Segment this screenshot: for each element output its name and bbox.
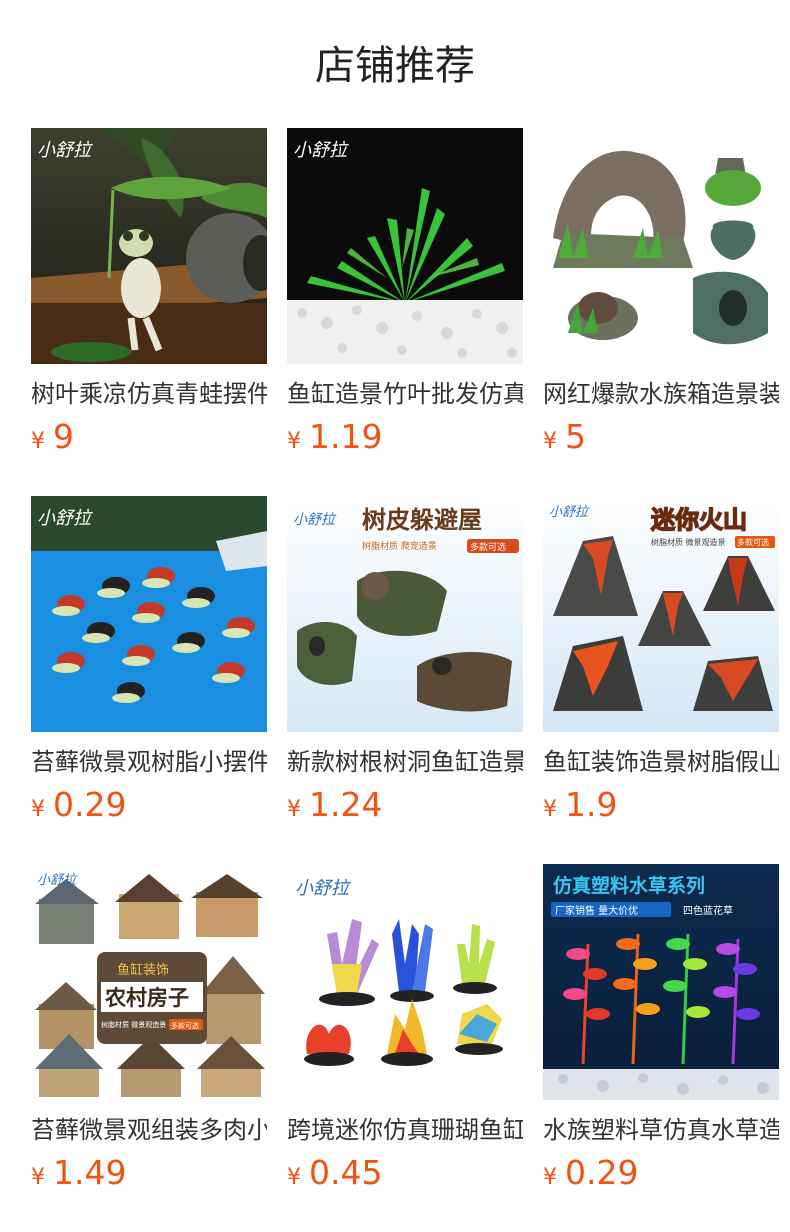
- price-value: 1.49: [53, 1153, 127, 1192]
- image-banner: 仿真塑料水草系列: [553, 874, 705, 897]
- product-price: ¥0.29: [31, 785, 267, 825]
- brand-logo: 小舒拉: [37, 508, 93, 529]
- product-card[interactable]: 小舒拉 树叶乘凉仿真青蛙摆件 ¥9: [31, 128, 267, 496]
- product-card[interactable]: 迷你火山 树脂材质 微景观造景 多款可选 小舒拉 鱼缸装饰造景树脂假山 ¥ 1.…: [543, 496, 779, 864]
- image-tag: 四色蓝花草: [683, 904, 733, 917]
- brand-logo: 小舒拉: [37, 140, 93, 161]
- product-image[interactable]: 小舒拉: [287, 128, 523, 364]
- currency-symbol: ¥: [31, 429, 45, 454]
- product-price: ¥1.24: [287, 785, 523, 825]
- image-tag: 多款可选: [470, 541, 506, 553]
- product-price: ¥1.19: [287, 417, 523, 457]
- product-card[interactable]: 小舒拉 苔藓微景观树脂小摆件 ¥0.29: [31, 496, 267, 864]
- image-tag: 多款可选: [737, 537, 769, 547]
- product-price: ¥0.29: [543, 1153, 779, 1193]
- currency-symbol: ¥: [287, 797, 301, 822]
- price-value: 5: [565, 417, 586, 456]
- price-value: 1.24: [309, 785, 383, 824]
- image-banner: 树皮躲避屋: [362, 506, 482, 534]
- image-banner-top: 鱼缸装饰: [117, 962, 169, 978]
- currency-symbol: ¥: [287, 1165, 301, 1190]
- product-image[interactable]: 迷你火山 树脂材质 微景观造景 多款可选 小舒拉: [543, 496, 779, 732]
- village-house-image: 鱼缸装饰 农村房子 树脂材质 微景观造景 多款可选 小舒拉: [31, 864, 267, 1100]
- currency-symbol: ¥: [31, 1165, 45, 1190]
- brand-logo: 小舒拉: [293, 140, 349, 161]
- product-name[interactable]: 苔藓微景观树脂小摆件: [31, 745, 267, 779]
- image-banner: 农村房子: [104, 986, 189, 1010]
- product-card[interactable]: 小舒拉 跨境迷你仿真珊瑚鱼缸 ¥0.45: [287, 864, 523, 1232]
- store-recommendations-page: 店铺推荐 小舒拉 树叶乘凉仿真青蛙摆件 ¥ 9 小舒拉 鱼缸造景竹叶批发仿真 ¥…: [0, 0, 790, 1232]
- product-image[interactable]: 树皮躲避屋 树脂材质 爬宠造景 多款可选 小舒拉: [287, 496, 523, 732]
- product-image[interactable]: [543, 128, 779, 364]
- frog-ornament-image: 小舒拉: [31, 128, 267, 364]
- currency-symbol: ¥: [543, 797, 557, 822]
- brand-logo: 小舒拉: [37, 872, 78, 888]
- price-value: 1.9: [565, 785, 618, 824]
- image-subbanner: 树脂材质 微景观造景: [101, 1020, 166, 1029]
- product-name[interactable]: 鱼缸造景竹叶批发仿真: [287, 377, 523, 411]
- product-name[interactable]: 树叶乘凉仿真青蛙摆件: [31, 377, 267, 411]
- product-card[interactable]: 小舒拉 鱼缸造景竹叶批发仿真 ¥1.19: [287, 128, 523, 496]
- image-subbanner: 树脂材质 微景观造景: [651, 537, 726, 547]
- product-price: ¥0.45: [287, 1153, 523, 1193]
- image-tag: 多款可选: [171, 1021, 199, 1030]
- product-card[interactable]: 仿真塑料水草系列 厂家销售 量大价优 四色蓝花草 水族塑料草仿真水草造 ¥ 0.…: [543, 864, 779, 1232]
- price-value: 9: [53, 417, 74, 456]
- product-image[interactable]: 小舒拉: [31, 128, 267, 364]
- brand-logo: 小舒拉: [295, 878, 351, 899]
- ruins-vase-image: [543, 128, 779, 364]
- currency-symbol: ¥: [543, 1165, 557, 1190]
- volcano-image: 迷你火山 树脂材质 微景观造景 多款可选 小舒拉: [543, 496, 779, 732]
- fern-plant-image: 小舒拉: [287, 128, 523, 364]
- product-image[interactable]: 鱼缸装饰 农村房子 树脂材质 微景观造景 多款可选 小舒拉: [31, 864, 267, 1100]
- image-subbanner: 树脂材质 爬宠造景: [362, 540, 437, 552]
- product-name[interactable]: 跨境迷你仿真珊瑚鱼缸: [287, 1113, 523, 1147]
- turtles-image: 小舒拉: [31, 496, 267, 732]
- plastic-plant-image: 仿真塑料水草系列 厂家销售 量大价优 四色蓝花草: [543, 864, 779, 1100]
- image-subbanner: 厂家销售 量大价优: [555, 904, 638, 917]
- product-card[interactable]: 网红爆款水族箱造景装 ¥5: [543, 128, 779, 496]
- product-card[interactable]: 树皮躲避屋 树脂材质 爬宠造景 多款可选 小舒拉 新款树根树洞鱼缸造景 ¥1.2…: [287, 496, 523, 864]
- product-name[interactable]: 苔藓微景观组装多肉小: [31, 1113, 267, 1147]
- brand-logo: 小舒拉: [549, 504, 590, 520]
- currency-symbol: ¥: [31, 797, 45, 822]
- product-name[interactable]: 水族塑料草仿真水草造: [543, 1113, 779, 1147]
- bark-shelter-image: 树皮躲避屋 树脂材质 爬宠造景 多款可选 小舒拉: [287, 496, 523, 732]
- price-value: 1.19: [309, 417, 383, 456]
- product-image[interactable]: 小舒拉: [31, 496, 267, 732]
- product-price: ¥1.9: [543, 785, 779, 825]
- price-value: 0.45: [309, 1153, 383, 1192]
- image-banner: 迷你火山: [651, 506, 747, 534]
- coral-image: 小舒拉: [287, 864, 523, 1100]
- product-name[interactable]: 新款树根树洞鱼缸造景: [287, 745, 523, 779]
- product-price: ¥5: [543, 417, 779, 457]
- product-price: ¥9: [31, 417, 267, 457]
- section-title: 店铺推荐: [315, 43, 475, 89]
- product-name[interactable]: 网红爆款水族箱造景装: [543, 377, 779, 411]
- brand-logo: 小舒拉: [293, 512, 337, 528]
- product-name[interactable]: 鱼缸装饰造景树脂假山: [543, 745, 779, 779]
- price-value: 0.29: [53, 785, 127, 824]
- product-image[interactable]: 小舒拉: [287, 864, 523, 1100]
- currency-symbol: ¥: [543, 429, 557, 454]
- price-value: 0.29: [565, 1153, 639, 1192]
- product-image[interactable]: 仿真塑料水草系列 厂家销售 量大价优 四色蓝花草: [543, 864, 779, 1100]
- product-grid: 小舒拉 树叶乘凉仿真青蛙摆件 ¥9 小舒拉 鱼缸造景竹叶批发仿真 ¥ 1.19 …: [31, 128, 779, 1232]
- product-card[interactable]: 鱼缸装饰 农村房子 树脂材质 微景观造景 多款可选 小舒拉 苔藓微景观组装多肉小…: [31, 864, 267, 1232]
- currency-symbol: ¥: [287, 429, 301, 454]
- product-price: ¥1.49: [31, 1153, 267, 1193]
